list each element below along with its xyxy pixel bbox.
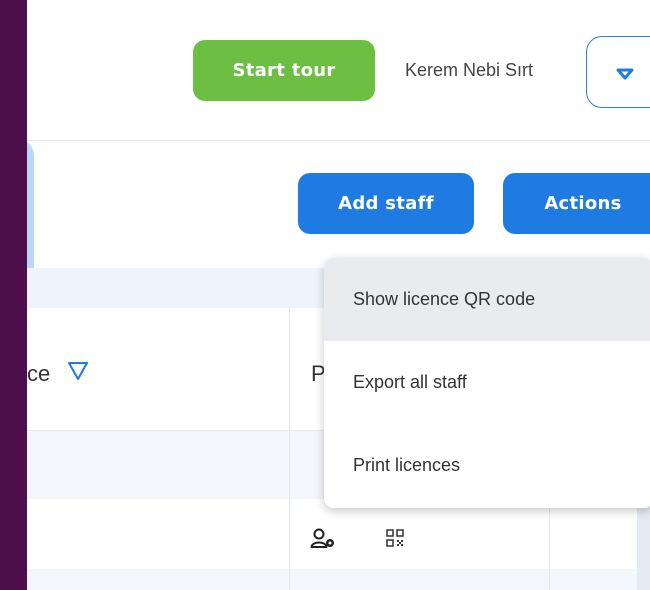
column-divider — [289, 308, 290, 590]
menu-item-show-licence-qr-code[interactable]: Show licence QR code — [324, 258, 650, 341]
column-divider — [549, 499, 550, 590]
actions-button[interactable]: Actions — [503, 173, 650, 234]
start-tour-button[interactable]: Start tour — [193, 40, 375, 101]
column-header-label: ce — [27, 361, 51, 386]
user-settings-icon[interactable] — [310, 528, 336, 550]
menu-item-print-licences[interactable]: Print licences — [324, 424, 650, 507]
top-bar: Start tour Kerem Nebi Sırt — [27, 0, 650, 141]
user-name: Kerem Nebi Sırt — [405, 60, 534, 80]
actions-menu: Show licence QR code Export all staff Pr… — [324, 258, 650, 508]
user-menu-toggle[interactable] — [586, 36, 650, 108]
filter-icon[interactable] — [67, 360, 89, 382]
menu-item-export-all-staff[interactable]: Export all staff — [324, 341, 650, 424]
chevron-down-icon — [616, 68, 634, 80]
table-row[interactable] — [27, 569, 650, 590]
qr-code-icon[interactable] — [386, 529, 404, 547]
table-row[interactable] — [27, 499, 650, 569]
main-panel: Start tour Kerem Nebi Sırt Add staff Act… — [27, 0, 650, 590]
add-staff-button[interactable]: Add staff — [298, 173, 474, 234]
